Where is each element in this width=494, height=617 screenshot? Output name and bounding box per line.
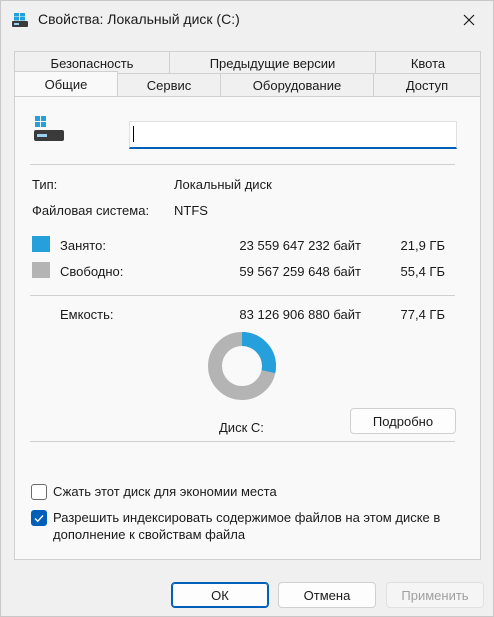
compress-option[interactable]: Сжать этот диск для экономии места bbox=[31, 483, 443, 500]
close-button[interactable] bbox=[455, 8, 483, 32]
drive-icon bbox=[12, 13, 28, 27]
index-label: Разрешить индексировать содержимое файло… bbox=[53, 510, 441, 542]
checkmark-icon bbox=[34, 514, 44, 522]
tabs-front-row: Общие Сервис Оборудование Доступ bbox=[14, 71, 481, 96]
filesystem-value: NTFS bbox=[174, 203, 208, 218]
text-cursor bbox=[133, 126, 134, 142]
used-color-swatch bbox=[32, 236, 50, 252]
disk-usage-donut bbox=[208, 332, 276, 400]
capacity-gb: 77,4 ГБ bbox=[400, 307, 445, 322]
type-label: Тип: bbox=[32, 177, 58, 192]
used-bytes: 23 559 647 232 байт bbox=[239, 238, 361, 253]
compress-checkbox[interactable] bbox=[31, 484, 47, 500]
compress-label: Сжать этот диск для экономии места bbox=[53, 484, 277, 499]
title-bar: Свойства: Локальный диск (C:) bbox=[1, 1, 493, 39]
index-checkbox[interactable] bbox=[31, 510, 47, 526]
window-title: Свойства: Локальный диск (C:) bbox=[38, 11, 240, 27]
capacity-label: Емкость: bbox=[60, 307, 114, 322]
drive-icon bbox=[34, 116, 64, 141]
tab-service[interactable]: Сервис bbox=[117, 73, 221, 96]
divider bbox=[30, 441, 455, 442]
disk-label: Диск C: bbox=[219, 420, 264, 435]
used-label: Занято: bbox=[60, 238, 106, 253]
free-gb: 55,4 ГБ bbox=[400, 264, 445, 279]
close-icon bbox=[463, 14, 475, 26]
divider bbox=[30, 164, 455, 165]
cancel-button[interactable]: Отмена bbox=[278, 582, 376, 608]
drive-name-input[interactable] bbox=[129, 121, 457, 149]
properties-window: Свойства: Локальный диск (C:) Безопаснос… bbox=[0, 0, 494, 617]
general-panel: Тип: Локальный диск Файловая система: NT… bbox=[14, 96, 481, 560]
filesystem-label: Файловая система: bbox=[32, 203, 150, 218]
type-value: Локальный диск bbox=[174, 177, 272, 192]
tab-sharing[interactable]: Доступ bbox=[373, 73, 481, 96]
free-color-swatch bbox=[32, 262, 50, 278]
tab-hardware[interactable]: Оборудование bbox=[220, 73, 374, 96]
free-label: Свободно: bbox=[60, 264, 124, 279]
capacity-bytes: 83 126 906 880 байт bbox=[239, 307, 361, 322]
used-gb: 21,9 ГБ bbox=[400, 238, 445, 253]
apply-button[interactable]: Применить bbox=[386, 582, 484, 608]
ok-button[interactable]: ОК bbox=[171, 582, 269, 608]
index-option[interactable]: Разрешить индексировать содержимое файло… bbox=[31, 509, 443, 543]
tab-previous-versions[interactable]: Предыдущие версии bbox=[169, 51, 376, 74]
free-bytes: 59 567 259 648 байт bbox=[239, 264, 361, 279]
tab-quota[interactable]: Квота bbox=[375, 51, 481, 74]
tab-general[interactable]: Общие bbox=[14, 71, 118, 96]
details-button[interactable]: Подробно bbox=[350, 408, 456, 434]
divider bbox=[30, 295, 455, 296]
